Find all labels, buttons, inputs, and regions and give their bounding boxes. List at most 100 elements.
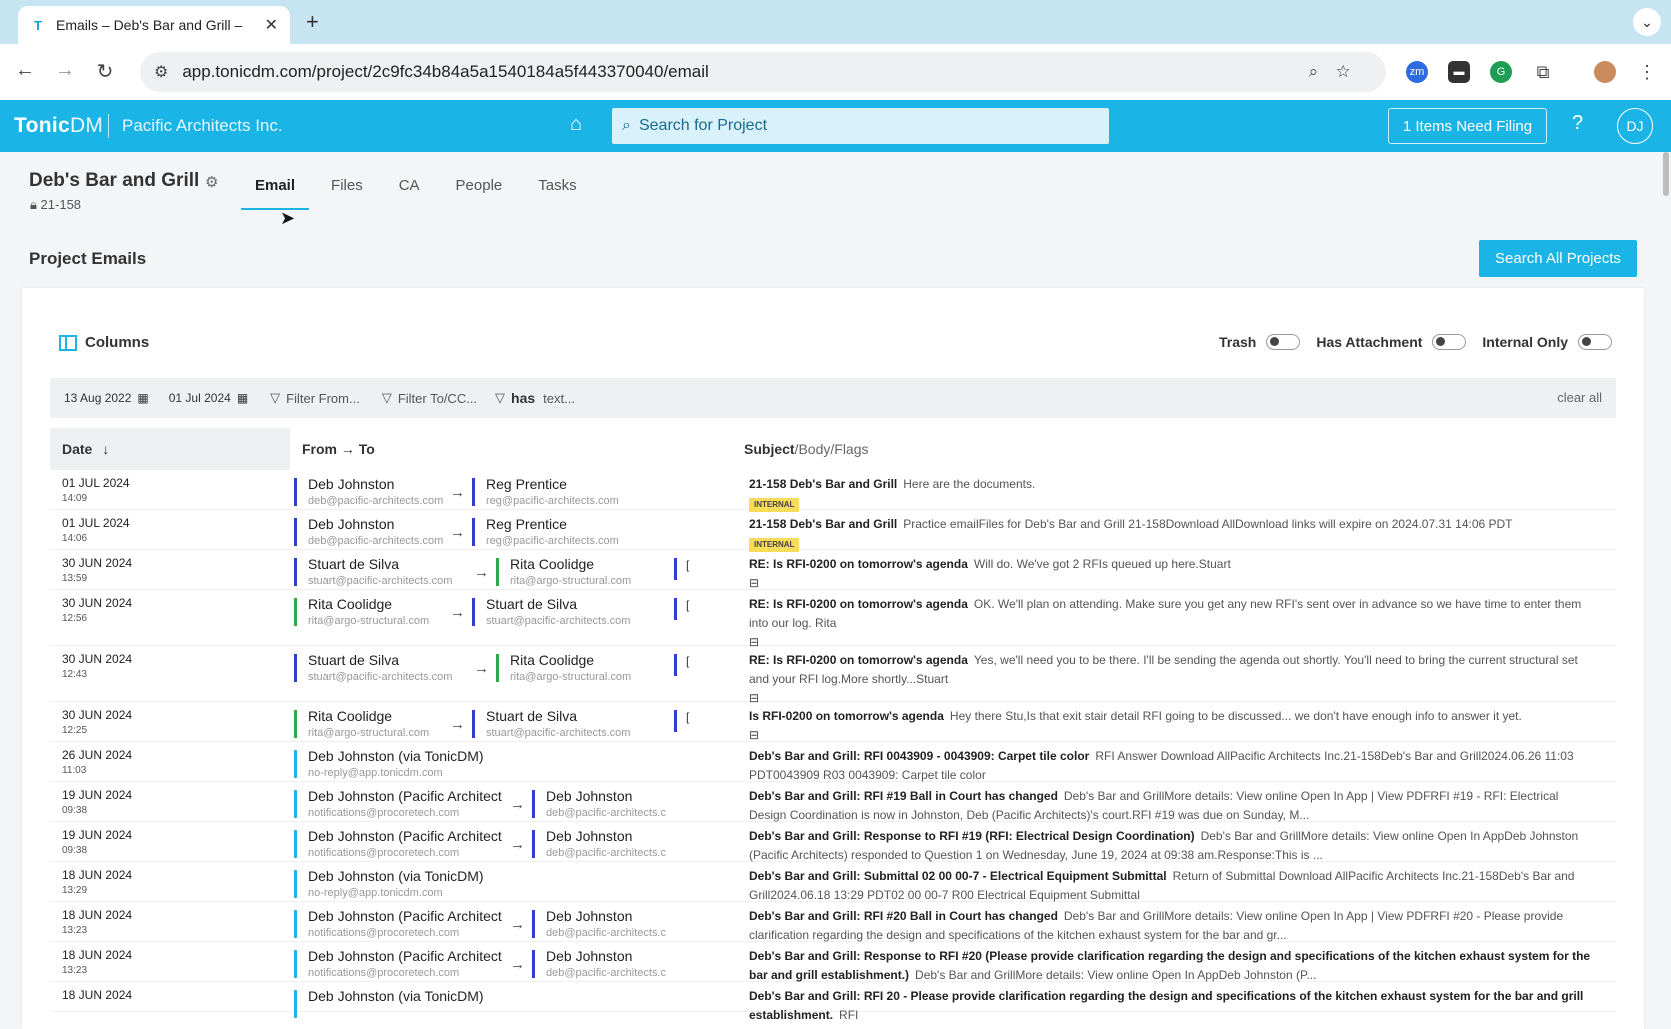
search-all-projects-button[interactable]: Search All Projects — [1479, 240, 1637, 277]
email-subject-body[interactable]: Deb's Bar and Grill: Submittal 02 00 00-… — [749, 867, 1599, 905]
email-subject-body[interactable]: RE: Is RFI-0200 on tomorrow's agenda Will… — [749, 555, 1599, 593]
date-from-picker[interactable]: 13 Aug 2022 ▦ — [64, 391, 149, 405]
email-row[interactable]: 30 JUN 2024 12:56 Rita Coolidge rita@argo-s… — [50, 590, 1616, 649]
tab-email[interactable]: Email — [241, 175, 310, 210]
filter-to-cc-input[interactable]: ▽ Filter To/CC... — [382, 390, 477, 406]
extension-icon[interactable]: ▬ — [1448, 61, 1470, 83]
email-recipient[interactable]: Deb Johnston deb@pacific-architects.c — [532, 828, 666, 862]
email-recipient[interactable]: Deb Johnston deb@pacific-architects.c — [532, 948, 666, 982]
email-subject-body[interactable]: Deb's Bar and Grill: RFI 0043909 - 00439… — [749, 747, 1599, 785]
email-subject-body[interactable]: Deb's Bar and Grill: Response to RFI #20… — [749, 947, 1599, 985]
email-sender[interactable]: Deb Johnston deb@pacific-architects.com — [294, 476, 443, 510]
email-recipient[interactable]: Stuart de Silva stuart@pacific-architects… — [472, 596, 630, 630]
email-sender[interactable]: Deb Johnston (via TonicDM) no-reply@app.t… — [294, 868, 484, 902]
date-to-picker[interactable]: 01 Jul 2024 ▦ — [169, 391, 248, 405]
profile-avatar-icon[interactable] — [1594, 61, 1616, 83]
has-attachment-toggle[interactable] — [1432, 334, 1467, 350]
email-row[interactable]: 30 JUN 2024 13:59 Stuart de Silva stuart@pa… — [50, 550, 1616, 590]
grammarly-extension-icon[interactable]: G — [1490, 61, 1512, 83]
email-row[interactable]: 01 JUL 2024 14:06 Deb Johnston deb@pacific-… — [50, 510, 1616, 553]
email-row[interactable]: 18 JUN 2024 13:29 Deb Johnston (via TonicD… — [50, 862, 1616, 902]
zoom-icon[interactable]: ⌕ — [1309, 62, 1337, 81]
project-settings-gear-icon[interactable]: ⚙ — [205, 173, 218, 191]
email-sender[interactable]: Deb Johnston (Pacific Architect notificat… — [294, 948, 502, 982]
address-bar[interactable]: ⚙ app.tonicdm.com/project/2c9fc34b84a5a1… — [140, 52, 1386, 92]
emails-card: Columns Trash Has Attachment Internal On… — [22, 288, 1644, 1029]
email-subject-body[interactable]: Deb's Bar and Grill: RFI #19 Ball in Cou… — [749, 787, 1599, 825]
tab-tasks[interactable]: Tasks — [524, 175, 590, 210]
email-recipient[interactable]: Deb Johnston deb@pacific-architects.c — [532, 908, 666, 942]
reload-icon[interactable]: ↻ — [92, 59, 118, 84]
columns-button[interactable]: Columns — [59, 334, 149, 351]
email-row[interactable]: 19 JUN 2024 09:38 Deb Johnston (Pacific Ar… — [50, 822, 1616, 862]
more-recipients[interactable]: [ — [686, 598, 689, 612]
email-sender[interactable]: Rita Coolidge rita@argo-structural.com — [294, 708, 429, 742]
browser-menu-icon[interactable]: ⋮ — [1636, 61, 1658, 83]
email-row[interactable]: 01 JUL 2024 14:09 Deb Johnston deb@pacific-… — [50, 470, 1616, 513]
clear-all-link[interactable]: clear all — [1557, 390, 1602, 405]
email-row[interactable]: 18 JUN 2024 Deb Johnston (via TonicDM) Deb… — [50, 982, 1616, 1022]
email-sender[interactable]: Deb Johnston (Pacific Architect notificat… — [294, 908, 502, 942]
tab-files[interactable]: Files — [317, 175, 377, 210]
email-recipient[interactable]: Reg Prentice reg@pacific-architects.com — [472, 476, 619, 510]
email-row[interactable]: 26 JUN 2024 11:03 Deb Johnston (via TonicD… — [50, 742, 1616, 782]
trash-toggle[interactable] — [1266, 334, 1301, 350]
bookmark-star-icon[interactable]: ☆ — [1336, 62, 1368, 81]
email-recipient[interactable]: Stuart de Silva stuart@pacific-architects… — [472, 708, 630, 742]
email-recipient[interactable]: Rita Coolidge rita@argo-structural.com — [496, 652, 631, 686]
email-sender[interactable]: Deb Johnston (via TonicDM) no-reply@app.t… — [294, 748, 484, 782]
tab-people[interactable]: People — [442, 175, 517, 210]
email-subject-body[interactable]: RE: Is RFI-0200 on tomorrow's agenda OK. … — [749, 595, 1599, 652]
email-time: 09:38 — [62, 845, 88, 856]
back-icon[interactable]: ← — [12, 59, 38, 82]
page-scrollbar[interactable] — [1663, 152, 1669, 196]
email-sender[interactable]: Rita Coolidge rita@argo-structural.com — [294, 596, 429, 630]
email-sender[interactable]: Stuart de Silva stuart@pacific-architects… — [294, 556, 452, 590]
email-sender[interactable]: Stuart de Silva stuart@pacific-architects… — [294, 652, 452, 686]
project-search-input[interactable]: ⌕ Search for Project — [612, 108, 1109, 144]
more-recipients[interactable]: [ — [686, 710, 689, 724]
browser-tab[interactable]: T Emails – Deb's Bar and Grill – ✕ — [18, 6, 290, 44]
new-tab-icon[interactable]: + — [306, 9, 319, 35]
zoom-and-bookmark-icons[interactable]: ⌕☆ — [1309, 62, 1368, 82]
email-recipient[interactable]: Deb Johnston deb@pacific-architects.c — [532, 788, 666, 822]
more-recipients[interactable]: [ — [686, 654, 689, 668]
zoom-extension-icon[interactable]: zm — [1406, 61, 1428, 83]
email-row[interactable]: 19 JUN 2024 09:38 Deb Johnston (Pacific Ar… — [50, 782, 1616, 822]
email-sender[interactable]: Deb Johnston (Pacific Architect notificat… — [294, 828, 502, 862]
email-row[interactable]: 18 JUN 2024 13:23 Deb Johnston (Pacific Ar… — [50, 942, 1616, 982]
tab-ca[interactable]: CA — [385, 175, 434, 210]
text-filter-input[interactable]: ▽ has text... — [495, 390, 575, 406]
columns-icon — [59, 334, 77, 351]
email-subject-body[interactable]: 21-158 Deb's Bar and Grill Practice email… — [749, 515, 1599, 553]
email-subject-body[interactable]: Is RFI-0200 on tomorrow's agenda Hey ther… — [749, 707, 1599, 745]
email-subject-body[interactable]: Deb's Bar and Grill: Response to RFI #19… — [749, 827, 1599, 865]
email-subject-body[interactable]: Deb's Bar and Grill: RFI 20 - Please pro… — [749, 987, 1599, 1025]
items-need-filing-button[interactable]: 1 Items Need Filing — [1388, 108, 1547, 144]
email-recipient[interactable]: Rita Coolidge rita@argo-structural.com — [496, 556, 631, 590]
email-sender[interactable]: Deb Johnston (via TonicDM) — [294, 988, 484, 1018]
date-column-header[interactable]: Date ↓ — [50, 428, 290, 470]
email-recipient[interactable]: Reg Prentice reg@pacific-architects.com — [472, 516, 619, 550]
email-subject-body[interactable]: 21-158 Deb's Bar and Grill Here are the d… — [749, 475, 1599, 513]
email-sender[interactable]: Deb Johnston deb@pacific-architects.com — [294, 516, 443, 550]
tonicdm-logo[interactable]: TonicDM — [14, 114, 103, 138]
email-subject-body[interactable]: RE: Is RFI-0200 on tomorrow's agenda Yes,… — [749, 651, 1599, 708]
email-row[interactable]: 30 JUN 2024 12:25 Rita Coolidge rita@argo-s… — [50, 702, 1616, 742]
user-avatar[interactable]: DJ — [1617, 108, 1653, 144]
internal-only-toggle[interactable] — [1578, 334, 1612, 350]
help-icon[interactable]: ? — [1572, 112, 1583, 135]
email-subject-body[interactable]: Deb's Bar and Grill: RFI #20 Ball in Cou… — [749, 907, 1599, 945]
site-info-icon[interactable]: ⚙ — [154, 62, 168, 82]
more-recipients-bar — [674, 654, 677, 676]
email-row[interactable]: 18 JUN 2024 13:23 Deb Johnston (Pacific Ar… — [50, 902, 1616, 942]
forward-icon[interactable]: → — [52, 59, 78, 82]
tab-search-chevron-icon[interactable]: ⌄ — [1633, 8, 1661, 36]
more-recipients[interactable]: [ — [686, 558, 689, 572]
email-row[interactable]: 30 JUN 2024 12:43 Stuart de Silva stuart@pa… — [50, 646, 1616, 705]
home-icon[interactable]: ⌂ — [570, 113, 582, 136]
extensions-puzzle-icon[interactable]: ⧉ — [1532, 61, 1554, 83]
email-sender[interactable]: Deb Johnston (Pacific Architect notificat… — [294, 788, 502, 822]
filter-from-input[interactable]: ▽ Filter From... — [270, 390, 360, 406]
close-tab-icon[interactable]: ✕ — [265, 15, 278, 35]
